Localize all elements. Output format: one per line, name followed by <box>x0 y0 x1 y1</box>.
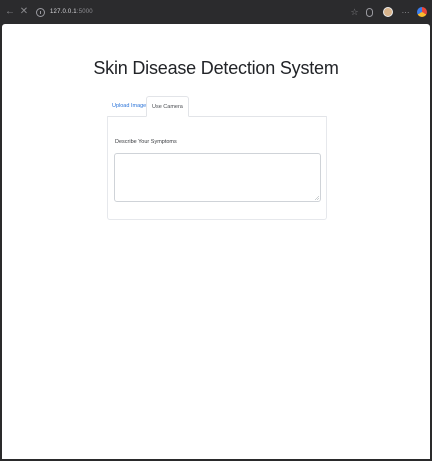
address-bar[interactable]: 127.0.0.1:5000 <box>36 5 93 19</box>
browser-actions: ☆ ⋯ <box>343 6 428 18</box>
browser-toolbar: ← ✕ 127.0.0.1:5000 ☆ ⋯ <box>0 0 432 24</box>
tab-panel: Describe Your Symptoms <box>107 116 327 220</box>
chrome-icon[interactable] <box>417 6 428 18</box>
url-host: 127.0.0.1 <box>50 9 77 15</box>
resize-handle-icon[interactable] <box>315 196 319 200</box>
tab-bar: Upload Image Use Camera <box>107 96 327 117</box>
url-path: :5000 <box>76 9 93 15</box>
extension-icon[interactable] <box>366 7 377 18</box>
info-icon[interactable] <box>36 7 45 17</box>
star-icon[interactable]: ☆ <box>349 7 360 18</box>
tab-use-camera[interactable]: Use Camera <box>146 96 189 117</box>
symptoms-textarea[interactable] <box>114 153 321 202</box>
back-icon[interactable]: ← <box>4 6 16 18</box>
page-viewport: Skin Disease Detection System Upload Ima… <box>2 24 430 459</box>
page-title: Skin Disease Detection System <box>93 58 339 78</box>
close-icon[interactable]: ✕ <box>18 6 30 18</box>
tab-upload-image[interactable]: Upload Image <box>107 96 151 116</box>
menu-dots-icon[interactable]: ⋯ <box>400 7 411 18</box>
avatar-icon[interactable] <box>383 6 394 18</box>
symptoms-label: Describe Your Symptoms <box>115 139 177 145</box>
